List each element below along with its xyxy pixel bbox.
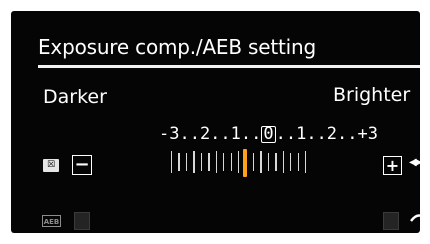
scale-tick <box>297 153 299 171</box>
scale-tick <box>252 153 255 171</box>
scale-left-numbers: -3..2..1.. <box>159 124 262 144</box>
scale-tick <box>275 153 277 171</box>
scale-tick <box>282 151 284 173</box>
scale-tick <box>238 151 240 173</box>
scale-tick <box>215 151 217 173</box>
title-divider <box>38 65 420 68</box>
scale-tick <box>193 151 195 173</box>
main-dial-icon <box>410 214 420 222</box>
exposure-level-marker <box>243 149 248 177</box>
scale-tick <box>178 153 180 171</box>
camera-menu-screen: Exposure comp./AEB setting Darker Bright… <box>11 11 420 233</box>
scale-right-numbers: ..1..2..+3 <box>275 124 378 144</box>
decrease-button[interactable]: − <box>72 155 92 175</box>
scale-tick <box>208 153 210 171</box>
scale-tick <box>200 153 203 171</box>
scale-tick <box>230 153 232 171</box>
aeb-icon: AEB <box>42 215 61 227</box>
aeb-decrease-button[interactable] <box>74 212 90 230</box>
scale-tick <box>267 153 270 171</box>
page-title: Exposure comp./AEB setting <box>38 35 316 59</box>
scale-center-zero: 0 <box>261 124 276 144</box>
exposure-scale-numbers: -3..2..1.. 0 ..1..2..+3 <box>159 124 378 144</box>
scale-tick <box>305 151 307 173</box>
scale-tick <box>171 151 173 173</box>
aeb-increase-button[interactable] <box>383 212 399 230</box>
brighter-label: Brighter <box>333 84 411 106</box>
exposure-comp-icon: ☒ <box>43 159 59 172</box>
darker-label: Darker <box>43 86 107 108</box>
scale-tick <box>185 153 188 171</box>
exposure-scale[interactable] <box>171 149 307 177</box>
scale-tick <box>260 151 262 173</box>
left-right-arrows-icon: ◀▶ <box>409 157 420 168</box>
increase-button[interactable]: + <box>383 156 402 175</box>
scale-tick <box>223 153 225 171</box>
scale-tick <box>290 153 292 171</box>
